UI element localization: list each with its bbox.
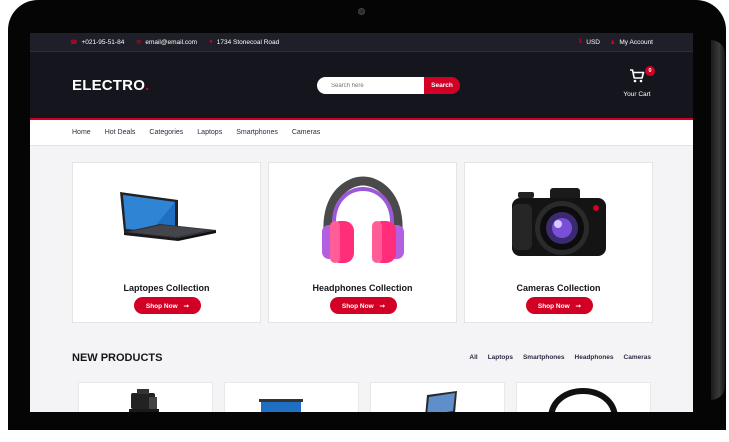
dollar-icon: $ <box>578 39 583 45</box>
search-button[interactable]: Search <box>424 77 460 94</box>
nav-cameras[interactable]: Cameras <box>292 129 320 136</box>
logo-text: ELECTRO <box>72 76 146 94</box>
collection-card-laptops[interactable]: Laptopes Collection Shop Now ➞ <box>72 162 261 323</box>
arrow-right-icon: ➞ <box>183 302 190 310</box>
tab-smartphones[interactable]: Smartphones <box>523 354 565 361</box>
currency-text: USD <box>586 38 600 46</box>
user-icon: ♟ <box>610 39 616 46</box>
collection-title: Cameras Collection <box>516 283 601 293</box>
nav-hot-deals[interactable]: Hot Deals <box>105 129 136 136</box>
laptop-image <box>73 175 260 270</box>
product-card[interactable] <box>78 382 213 412</box>
collection-card-cameras[interactable]: Cameras Collection Shop Now ➞ <box>464 162 653 323</box>
email-contact[interactable]: ✉ email@email.com <box>136 39 197 46</box>
logo[interactable]: ELECTRO. <box>72 77 149 94</box>
account-link[interactable]: ♟ My Account <box>610 39 653 46</box>
laptop-icon <box>259 399 303 412</box>
shop-now-button[interactable]: Shop Now ➞ <box>330 297 397 314</box>
tab-cameras[interactable]: Cameras <box>624 354 651 361</box>
nav-home[interactable]: Home <box>72 129 91 136</box>
account-text: My Account <box>619 38 653 46</box>
cart-icon <box>630 69 645 83</box>
address-text: 1734 Stonecoal Road <box>216 38 280 46</box>
headphones-icon <box>548 387 618 412</box>
tab-laptops[interactable]: Laptops <box>488 354 513 361</box>
shop-now-label: Shop Now <box>145 302 178 310</box>
laptop-frame: ☎ +021-95-51-84 ✉ email@email.com ● 1734… <box>0 0 729 442</box>
product-row <box>78 382 662 412</box>
product-card[interactable] <box>370 382 505 412</box>
camera-icon <box>511 187 606 256</box>
search-input[interactable] <box>317 77 424 94</box>
cart-label: Your Cart <box>623 91 651 98</box>
envelope-icon: ✉ <box>136 39 142 46</box>
shop-now-label: Shop Now <box>341 302 374 310</box>
tab-all[interactable]: All <box>469 354 477 361</box>
currency-selector[interactable]: $ USD <box>579 39 600 46</box>
cart-button[interactable]: 0 Your Cart <box>620 66 655 98</box>
arrow-right-icon: ➞ <box>575 302 582 310</box>
arrow-right-icon: ➞ <box>379 302 386 310</box>
map-marker-icon: ● <box>209 39 213 45</box>
camera-image <box>465 175 652 270</box>
cart-count-badge: 0 <box>645 66 655 76</box>
topbar-right: $ USD ♟ My Account <box>569 39 653 46</box>
nav-categories[interactable]: Categories <box>149 129 183 136</box>
headphones-icon <box>321 176 404 263</box>
collections-row: Laptopes Collection Shop Now ➞ Headphone… <box>72 162 660 323</box>
camera-icon <box>129 389 159 412</box>
email-text: email@email.com <box>145 38 198 46</box>
collection-card-headphones[interactable]: Headphones Collection Shop Now ➞ <box>268 162 457 323</box>
new-products-tabs: All Laptops Smartphones Headphones Camer… <box>459 354 651 361</box>
product-card[interactable] <box>224 382 359 412</box>
new-products-title: NEW PRODUCTS <box>72 352 163 364</box>
collection-title: Headphones Collection <box>312 283 413 293</box>
phone-icon: ☎ <box>70 39 78 46</box>
main-nav: Home Hot Deals Categories Laptops Smartp… <box>30 120 693 146</box>
laptop-icon <box>119 191 216 241</box>
header: ELECTRO. Search 0 Your Cart <box>30 52 693 120</box>
logo-dot: . <box>145 76 150 94</box>
top-bar: ☎ +021-95-51-84 ✉ email@email.com ● 1734… <box>30 33 693 52</box>
laptop-icon <box>425 391 457 412</box>
collection-title: Laptopes Collection <box>123 283 210 293</box>
shop-now-button[interactable]: Shop Now ➞ <box>526 297 593 314</box>
nav-smartphones[interactable]: Smartphones <box>236 129 278 136</box>
laptop-edge <box>711 40 725 400</box>
product-card[interactable] <box>516 382 651 412</box>
screen: ☎ +021-95-51-84 ✉ email@email.com ● 1734… <box>30 33 693 412</box>
headphones-image <box>269 175 456 270</box>
phone-text: +021-95-51-84 <box>81 38 125 46</box>
tab-headphones[interactable]: Headphones <box>575 354 614 361</box>
phone-contact[interactable]: ☎ +021-95-51-84 <box>70 39 124 46</box>
shop-now-label: Shop Now <box>537 302 570 310</box>
webcam-icon <box>358 8 365 15</box>
address-contact[interactable]: ● 1734 Stonecoal Road <box>209 39 279 46</box>
nav-laptops[interactable]: Laptops <box>197 129 222 136</box>
search-form: Search <box>317 77 460 94</box>
shop-now-button[interactable]: Shop Now ➞ <box>134 297 201 314</box>
